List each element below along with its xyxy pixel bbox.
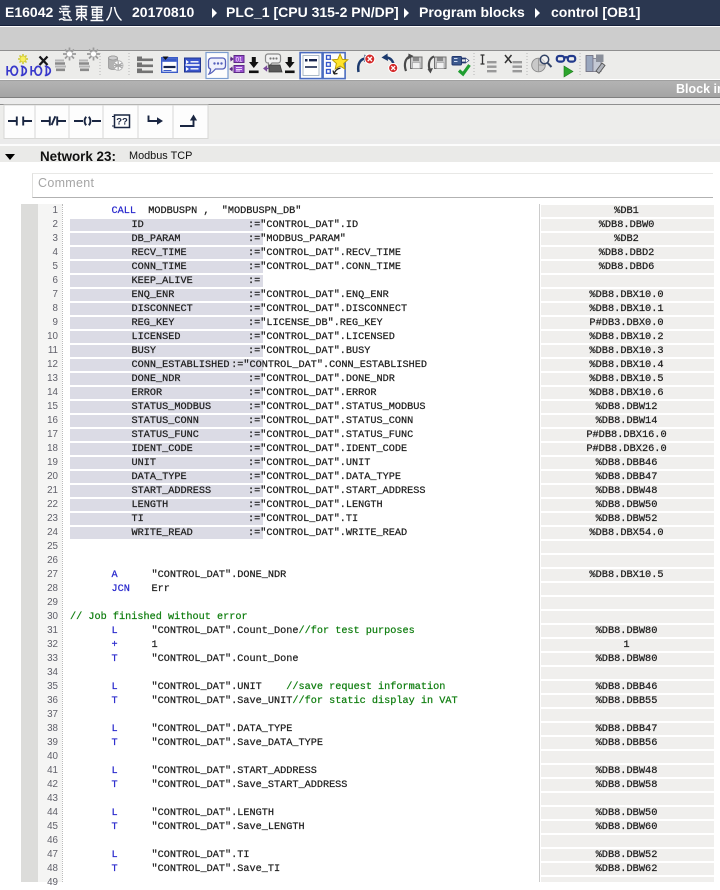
svg-text:01: 01 (236, 57, 243, 63)
svg-text:??: ?? (116, 117, 128, 128)
